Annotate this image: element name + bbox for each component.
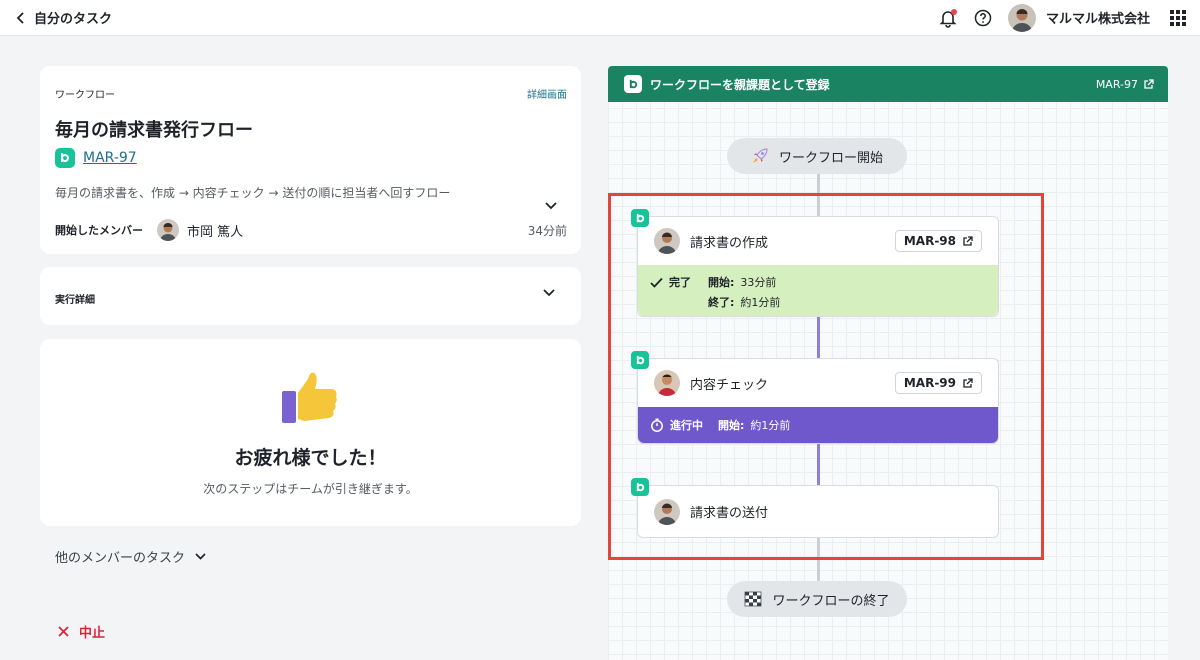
member-avatar [157,219,179,241]
user-avatar[interactable] [1007,3,1036,32]
assignee-avatar [654,498,680,525]
backlog-logo-icon [624,75,642,93]
back-button[interactable]: 自分のタスク [16,8,112,27]
start-value: 33分前 [740,276,777,289]
connector-line [817,442,820,486]
started-ago: 34分前 [527,223,567,238]
workflow-key-row: MAR-97 [55,148,137,168]
external-link-icon [963,235,973,246]
chevron-down-icon[interactable] [545,202,557,210]
checkered-flag-icon [745,591,762,607]
end-value: 約1分前 [740,296,781,309]
flow-header: ワークフローを親課題として登録 MAR-97 [608,66,1168,102]
app-grid-icon[interactable] [1170,9,1186,26]
end-label: 終了: [708,296,735,309]
timer-icon [651,418,663,432]
task-key-link[interactable]: MAR-98 [894,230,982,252]
task-status-bar: 完了 開始: 33分前 終了: 約1分前 [638,265,998,316]
workflow-card: ワークフロー 詳細画面 毎月の請求書発行フロー MAR-97 毎月の請求書を、作… [40,66,581,254]
workflow-diagram-panel: ワークフローを親課題として登録 MAR-97 ワークフロー開始 請求書の作成 M… [608,66,1168,660]
backlog-logo-icon [631,478,649,496]
task-status-bar: 進行中 開始: 約1分前 [638,407,998,443]
started-by-row: 開始したメンバー 市岡 篤人 34分前 [55,218,567,242]
task-name: 請求書の送付 [690,506,769,521]
flow-end-node: ワークフローの終了 [727,581,907,617]
notification-button[interactable] [938,8,958,28]
chevron-down-icon [195,553,206,560]
task-status-label: 完了 [669,276,691,289]
task-key: MAR-99 [903,376,956,390]
task-status-label: 進行中 [670,419,703,432]
other-members-tasks-toggle[interactable]: 他のメンバーのタスク [55,547,206,566]
flow-task-card[interactable]: 内容チェック MAR-99 進行中 開始: 約1分前 [631,351,999,444]
external-link-icon [963,377,973,388]
external-link-icon [1144,78,1154,89]
close-icon [58,626,69,637]
execution-details-card[interactable]: 実行詳細 [40,267,581,325]
chevron-left-icon [16,11,24,24]
flow-header-key: MAR-97 [1095,77,1138,91]
connector-line [817,316,820,358]
chevron-down-icon[interactable] [543,289,555,297]
company-name[interactable]: マルマル株式会社 [1046,8,1150,27]
connector-line [817,537,820,581]
connector-line [817,174,820,216]
workflow-section-label: ワークフロー [55,90,115,101]
execution-details-label: 実行詳細 [55,295,95,306]
task-key: MAR-98 [903,234,956,248]
abort-button[interactable]: 中止 [58,622,105,641]
task-key-link[interactable]: MAR-99 [894,372,982,394]
start-label: 開始: [718,419,745,432]
thumbs-up-icon [282,372,337,423]
backlog-logo-icon [631,351,649,369]
back-label: 自分のタスク [34,12,113,27]
completion-sub: 次のステップはチームが引き継ぎます。 [203,482,418,496]
completion-message: お疲れ様でした！ [234,447,387,469]
check-icon [650,277,663,288]
help-icon[interactable] [974,9,992,27]
abort-label: 中止 [79,626,106,641]
started-by-label: 開始したメンバー [55,224,143,237]
flow-start-label: ワークフロー開始 [778,150,883,166]
assignee-avatar [654,370,680,396]
flow-task-card[interactable]: 請求書の送付 [631,478,999,538]
flow-end-label: ワークフローの終了 [772,593,890,609]
member-name: 市岡 篤人 [187,224,244,240]
flow-header-key-link[interactable]: MAR-97 [1096,78,1154,91]
start-value: 約1分前 [750,419,791,432]
completion-card: お疲れ様でした！ 次のステップはチームが引き継ぎます。 [40,339,581,526]
workflow-description: 毎月の請求書を、作成 → 内容チェック → 送付の順に担当者へ回すフロー [55,186,451,200]
backlog-logo-icon [55,148,75,168]
top-bar: 自分のタスク マルマル株式会社 [0,0,1200,36]
other-members-tasks-label: 他のメンバーのタスク [55,551,186,566]
detail-link[interactable]: 詳細画面 [527,86,567,101]
task-name: 請求書の作成 [690,235,769,251]
backlog-logo-icon [631,209,649,227]
notification-badge [950,8,957,15]
rocket-icon [752,148,768,163]
flow-task-card[interactable]: 請求書の作成 MAR-98 完了 開始: 33分前 終了: 約1分前 [631,209,999,317]
assignee-avatar [654,228,680,254]
flow-header-title: ワークフローを親課題として登録 [650,77,830,92]
start-label: 開始: [708,276,735,289]
flow-start-node: ワークフロー開始 [727,138,907,174]
task-name: 内容チェック [690,377,769,393]
workflow-title: 毎月の請求書発行フロー [55,120,253,141]
workflow-key-link[interactable]: MAR-97 [83,150,137,166]
